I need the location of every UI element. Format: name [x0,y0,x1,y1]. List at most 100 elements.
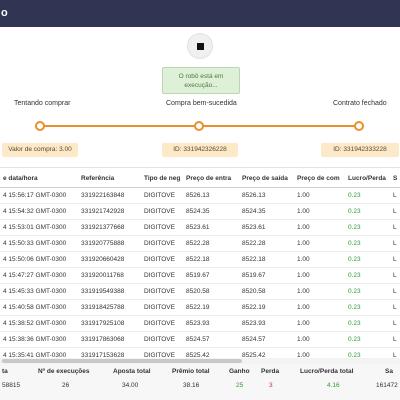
col-profit-header[interactable]: Lucro/Perda [345,170,390,188]
summary-header-total-payout: Prêmio total [172,368,210,375]
cell-datetime: 4 15:50:06 GMT-0300 [0,251,78,268]
cell-reference: 331921742928 [78,203,141,220]
table-row[interactable]: 4 15:45:33 GMT-0300 331919549388 DIGITOVE 8… [0,283,400,300]
title-bar: o [0,0,400,27]
cell-exit-price: 8522.19 [239,299,294,316]
cell-buy-price: 1.00 [294,187,345,204]
cell-type: DIGITOVE [141,251,183,268]
cell-reference: 331920775888 [78,235,141,252]
cell-datetime: 4 15:54:32 GMT-0300 [0,203,78,220]
col-exit-price-header[interactable]: Preço de saída [239,170,294,188]
cell-type: DIGITOVE [141,203,183,220]
cell-entry-price: 8523.61 [183,219,239,236]
table-body: 4 15:56:17 GMT-0300 331922163848 DIGITOVE 8… [0,187,400,364]
cell-datetime: 4 15:38:52 GMT-0300 [0,315,78,332]
cell-profit: 0.23 [345,267,390,284]
col-entry-price-header[interactable]: Preço de entra [183,170,239,188]
cell-exit-price: 8519.67 [239,267,294,284]
step-dot-3 [354,121,364,131]
step-label-trying: Tentando comprar [14,100,71,107]
cell-profit: 0.23 [345,283,390,300]
summary-header-account: ta [2,368,8,375]
cell-reference: 331917925108 [78,315,141,332]
table-row[interactable]: 4 15:50:33 GMT-0300 331920775888 DIGITOVE 8… [0,235,400,252]
cell-exit-price: 8526.13 [239,187,294,204]
table-row[interactable]: 4 15:47:27 GMT-0300 331920011768 DIGITOVE 8… [0,267,400,284]
cell-buy-price: 1.00 [294,331,345,348]
cell-datetime: 4 15:53:01 GMT-0300 [0,219,78,236]
cell-entry-price: 8519.67 [183,267,239,284]
cell-datetime: 4 15:56:17 GMT-0300 [0,187,78,204]
cell-status: L [390,187,400,204]
table-row[interactable]: 4 15:53:01 GMT-0300 331921377668 DIGITOVE 8… [0,219,400,236]
cell-status: L [390,299,400,316]
cell-entry-price: 8526.13 [183,187,239,204]
summary-total-payout: 38.16 [183,382,200,389]
cell-status: L [390,203,400,220]
table-row[interactable]: 4 15:50:06 GMT-0300 331920660428 DIGITOVE 8… [0,251,400,268]
table-row[interactable]: 4 15:56:17 GMT-0300 331922163848 DIGITOVE 8… [0,187,400,204]
cell-buy-price: 1.00 [294,235,345,252]
cell-profit: 0.23 [345,203,390,220]
col-type-header[interactable]: Tipo de neg [141,170,183,188]
status-line-1: O robô está em [178,73,224,80]
cell-type: DIGITOVE [141,187,183,204]
cell-reference: 331918425788 [78,299,141,316]
summary-header-balance: Sa [385,368,393,375]
cell-datetime: 4 15:50:33 GMT-0300 [0,235,78,252]
cell-entry-price: 8520.58 [183,283,239,300]
cell-profit: 0.23 [345,187,390,204]
cell-entry-price: 8524.35 [183,203,239,220]
window-title: o [1,7,8,19]
cell-reference: 331920660428 [78,251,141,268]
status-bubble: O robô está em execução... [162,67,240,94]
table-row[interactable]: 4 15:38:52 GMT-0300 331917925108 DIGITOVE 8… [0,315,400,332]
summary-total-profit: 4.16 [327,382,340,389]
cell-profit: 0.23 [345,299,390,316]
cell-exit-price: 8523.61 [239,219,294,236]
cell-datetime: 4 15:40:58 GMT-0300 [0,299,78,316]
summary-header-total-profit: Lucro/Perda total [300,368,354,375]
cell-datetime: 4 15:45:33 GMT-0300 [0,283,78,300]
summary-losses: 3 [269,382,273,389]
table-row[interactable]: 4 15:54:32 GMT-0300 331921742928 DIGITOVE 8… [0,203,400,220]
cell-entry-price: 8523.93 [183,315,239,332]
scrollbar-thumb[interactable] [2,359,242,363]
cell-status: L [390,283,400,300]
summary-header-runs: Nº de execuções [38,368,90,375]
table-row[interactable]: 4 15:38:36 GMT-0300 331917863068 DIGITOVE 8… [0,331,400,348]
cell-entry-price: 8524.57 [183,331,239,348]
step-label-closed: Contrato fechado [333,100,387,107]
contract-id-badge-1: ID: 331942326228 [162,143,238,157]
cell-buy-price: 1.00 [294,203,345,220]
cell-type: DIGITOVE [141,235,183,252]
stop-button[interactable] [187,33,213,59]
cell-status: L [390,315,400,332]
cell-buy-price: 1.00 [294,283,345,300]
summary-runs: 26 [62,382,70,389]
cell-exit-price: 8524.35 [239,203,294,220]
cell-datetime: 4 15:38:36 GMT-0300 [0,331,78,348]
cell-entry-price: 8522.19 [183,299,239,316]
cell-exit-price: 8522.28 [239,235,294,252]
cell-buy-price: 1.00 [294,219,345,236]
cell-reference: 331920011768 [78,267,141,284]
col-reference-header[interactable]: Referência [78,170,141,188]
col-buy-price-header[interactable]: Preço de com [294,170,345,188]
cell-entry-price: 8522.28 [183,235,239,252]
table-row[interactable]: 4 15:40:58 GMT-0300 331918425788 DIGITOVE 8… [0,299,400,316]
cell-type: DIGITOVE [141,267,183,284]
cell-status: L [390,251,400,268]
summary-account: 58815 [2,382,21,389]
cell-entry-price: 8522.18 [183,251,239,268]
step-label-success: Compra bem-sucedida [166,100,237,107]
cell-status: L [390,219,400,236]
summary-bar: ta Nº de execuções Aposta total Prêmio t… [0,364,400,400]
col-status-header[interactable]: S [390,170,400,188]
cell-status: L [390,331,400,348]
status-line-2: execução... [184,82,218,89]
col-datetime-header[interactable]: e data/hora [0,170,78,188]
summary-wins: 25 [236,382,244,389]
cell-type: DIGITOVE [141,283,183,300]
cell-exit-price: 8522.18 [239,251,294,268]
